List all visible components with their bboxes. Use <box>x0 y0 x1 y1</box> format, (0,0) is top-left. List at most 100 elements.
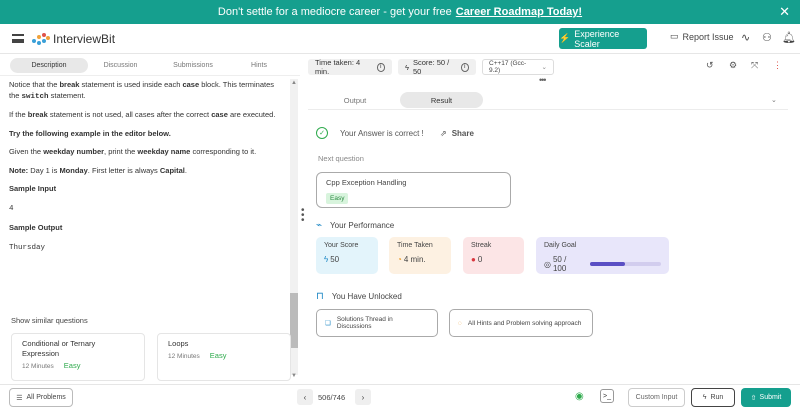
desc-paragraph: Notice that the break statement is used … <box>9 80 275 101</box>
stat-value: 50 <box>330 255 340 264</box>
lock-open-icon: ⊓ <box>316 291 324 302</box>
user-icon[interactable]: ⚇ <box>762 31 772 44</box>
check-circle-icon: ✓ <box>316 127 328 139</box>
more-options-icon[interactable]: ⋮ <box>773 60 782 71</box>
score: ϟ Score: 50 / 50 i <box>398 58 476 76</box>
report-issue-button[interactable]: ▭ Report Issue <box>670 31 734 42</box>
description-scrollbar-thumb[interactable] <box>290 293 298 348</box>
editor-toolbar: Time taken: 4 min. i ϟ Score: 50 / 50 i … <box>308 56 800 78</box>
stat-value: 50 / 100 <box>552 255 567 273</box>
daily-goal-progress-fill <box>589 262 626 266</box>
stat-value: 0 <box>477 255 483 264</box>
similar-question-title: Loops <box>168 339 189 348</box>
share-icon: ⇗ <box>440 129 447 138</box>
sample-output-value: Thursday <box>9 243 46 252</box>
stat-label: Streak <box>471 242 492 249</box>
problem-tabs: Description Discussion Submissions Hints <box>0 56 300 76</box>
lightbulb-icon: ◌ <box>458 319 462 327</box>
tab-discussion[interactable]: Discussion <box>88 62 153 69</box>
fullscreen-icon[interactable]: ⤧ <box>751 60 758 71</box>
career-roadmap-link[interactable]: Career Roadmap Today! <box>456 6 582 18</box>
similar-question-card[interactable]: Conditional or Ternary Expression 12 Min… <box>11 333 145 381</box>
problem-description: Notice that the break statement is used … <box>0 76 290 372</box>
bell-icon[interactable]: 🔔︎ <box>782 31 796 44</box>
similar-question-time: 12 Minutes <box>168 352 200 360</box>
share-label: Share <box>451 129 474 138</box>
language-select[interactable]: C++17 (Gcc-9.2) ⌄ <box>482 59 554 75</box>
desc-paragraph: Try the following example in the editor … <box>9 128 171 138</box>
difficulty-badge: Easy <box>209 350 227 360</box>
stat-your-score: Your Score ϟ 50 <box>316 237 378 274</box>
run-button[interactable]: ϟ Run <box>691 388 735 407</box>
tab-description[interactable]: Description <box>10 58 88 73</box>
desc-paragraph: If the break statement is not used, all … <box>9 110 276 119</box>
drag-handle-icon[interactable]: ••• <box>539 75 547 85</box>
promo-banner: Don't settle for a mediocre career - get… <box>0 0 800 24</box>
clock-icon: ◔ <box>397 255 402 264</box>
fire-icon: ● <box>471 255 476 264</box>
upload-icon: ⇧ <box>750 394 757 402</box>
previous-problem-button[interactable]: ‹ <box>297 389 313 405</box>
stat-value: 4 min. <box>403 255 426 264</box>
settings-icon[interactable]: ⚙ <box>729 60 737 71</box>
custom-input-button[interactable]: Custom Input <box>628 388 685 407</box>
logo-text: InterviewBit <box>53 31 116 46</box>
activity-icon[interactable]: ∿ <box>741 31 750 44</box>
stat-label: Time Taken <box>397 242 433 249</box>
stat-label: Daily Goal <box>544 242 577 249</box>
share-button[interactable]: ⇗ Share <box>440 129 474 138</box>
tab-output[interactable]: Output <box>320 92 390 108</box>
bolt-icon: ϟ <box>324 255 329 264</box>
chat-icon: ▭ <box>670 31 679 41</box>
all-problems-button[interactable]: ☰ All Problems <box>9 388 73 407</box>
difficulty-badge: Easy <box>326 193 349 204</box>
bolt-icon: ϟ <box>702 394 707 401</box>
scroll-up-icon[interactable]: ▲ <box>290 80 298 86</box>
info-icon[interactable]: i <box>460 62 469 72</box>
problem-pager: 506/746 <box>318 393 346 402</box>
daily-goal-progress <box>589 262 661 266</box>
unlocked-solutions-thread[interactable]: ❏ Solutions Thread in Discussions <box>316 309 438 337</box>
answer-status-text: Your Answer is correct ! <box>340 128 424 138</box>
next-question-card[interactable]: Cpp Exception Handling Easy <box>316 172 511 208</box>
difficulty-badge: Easy <box>63 360 81 370</box>
tab-result[interactable]: Result <box>400 92 483 108</box>
next-question-title: Cpp Exception Handling <box>326 178 407 187</box>
experience-scaler-button[interactable]: ⚡ Experience Scaler <box>559 28 647 49</box>
list-icon: ☰ <box>16 394 23 402</box>
panel-resize-handle[interactable]: • • • <box>301 206 305 226</box>
terminal-icon[interactable]: >_ <box>600 389 614 403</box>
logo-icon <box>32 32 50 45</box>
banner-text: Don't settle for a mediocre career - get… <box>217 6 452 18</box>
similar-question-card[interactable]: Loops 12 Minutes Easy <box>157 333 291 381</box>
answer-status: ✓ Your Answer is correct ! <box>316 127 424 139</box>
next-question-label: Next question <box>318 154 364 163</box>
tab-submissions[interactable]: Submissions <box>153 62 233 69</box>
similar-question-title: Conditional or Ternary Expression <box>22 339 96 358</box>
collapse-chevron-icon[interactable]: ⌄ <box>771 96 777 104</box>
bolt-icon: ⚡ <box>559 33 571 43</box>
stat-label: Your Score <box>324 242 359 249</box>
unlocked-hints[interactable]: ◌ All Hints and Problem solving approach <box>449 309 593 337</box>
tab-hints[interactable]: Hints <box>233 62 285 69</box>
submit-button[interactable]: ⇧ Submit <box>741 388 791 407</box>
time-taken: Time taken: 4 min. i <box>308 58 392 76</box>
scroll-down-icon[interactable]: ▼ <box>290 373 298 379</box>
sample-output-label: Sample Output <box>9 223 63 232</box>
top-header: InterviewBit ⚡ Experience Scaler ▭ Repor… <box>0 24 800 54</box>
reset-icon[interactable]: ↺ <box>706 60 714 71</box>
info-icon[interactable]: i <box>376 62 385 72</box>
report-issue-label: Report Issue <box>682 31 734 42</box>
logo[interactable]: InterviewBit <box>32 32 115 46</box>
next-problem-button[interactable]: › <box>355 389 371 405</box>
bolt-icon: ϟ <box>405 62 409 72</box>
eye-icon[interactable]: ◉ <box>575 391 584 402</box>
similar-question-time: 12 Minutes <box>22 362 54 370</box>
show-similar-questions[interactable]: Show similar questions <box>11 316 88 325</box>
menu-icon[interactable] <box>12 34 24 43</box>
stat-time-taken: Time Taken ◔ 4 min. <box>389 237 451 274</box>
chat-bubbles-icon: ❏ <box>325 320 331 327</box>
performance-section-title: ⌁ Your Performance <box>316 220 395 231</box>
desc-paragraph: Given the weekday number, print the week… <box>9 147 257 156</box>
banner-close-icon[interactable]: ✕ <box>779 4 790 20</box>
